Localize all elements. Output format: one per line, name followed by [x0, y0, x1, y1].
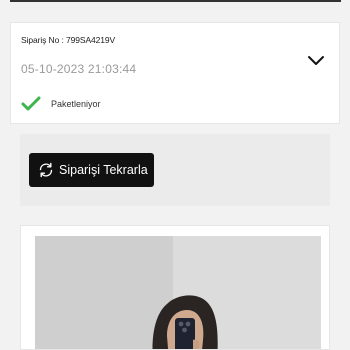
order-status-label: Paketleniyor [51, 99, 101, 109]
product-image-card[interactable] [20, 225, 330, 350]
reorder-button-label: Siparişi Tekrarla [59, 163, 148, 177]
order-status: Paketleniyor [21, 95, 101, 113]
person-silhouette [152, 295, 218, 349]
product-photo [35, 236, 321, 349]
order-date: 05-10-2023 21:03:44 [21, 62, 137, 76]
chevron-down-icon[interactable] [307, 53, 325, 67]
reorder-button[interactable]: Siparişi Tekrarla [29, 153, 154, 187]
check-icon [21, 96, 41, 111]
top-divider [10, 0, 341, 2]
order-actions-panel: Siparişi Tekrarla [20, 134, 330, 206]
refresh-icon [39, 162, 53, 178]
order-number: Sipariş No : 799SA4219V [21, 35, 116, 45]
top-bar [0, 0, 350, 8]
order-summary-card[interactable]: Sipariş No : 799SA4219V 05-10-2023 21:03… [10, 22, 340, 124]
